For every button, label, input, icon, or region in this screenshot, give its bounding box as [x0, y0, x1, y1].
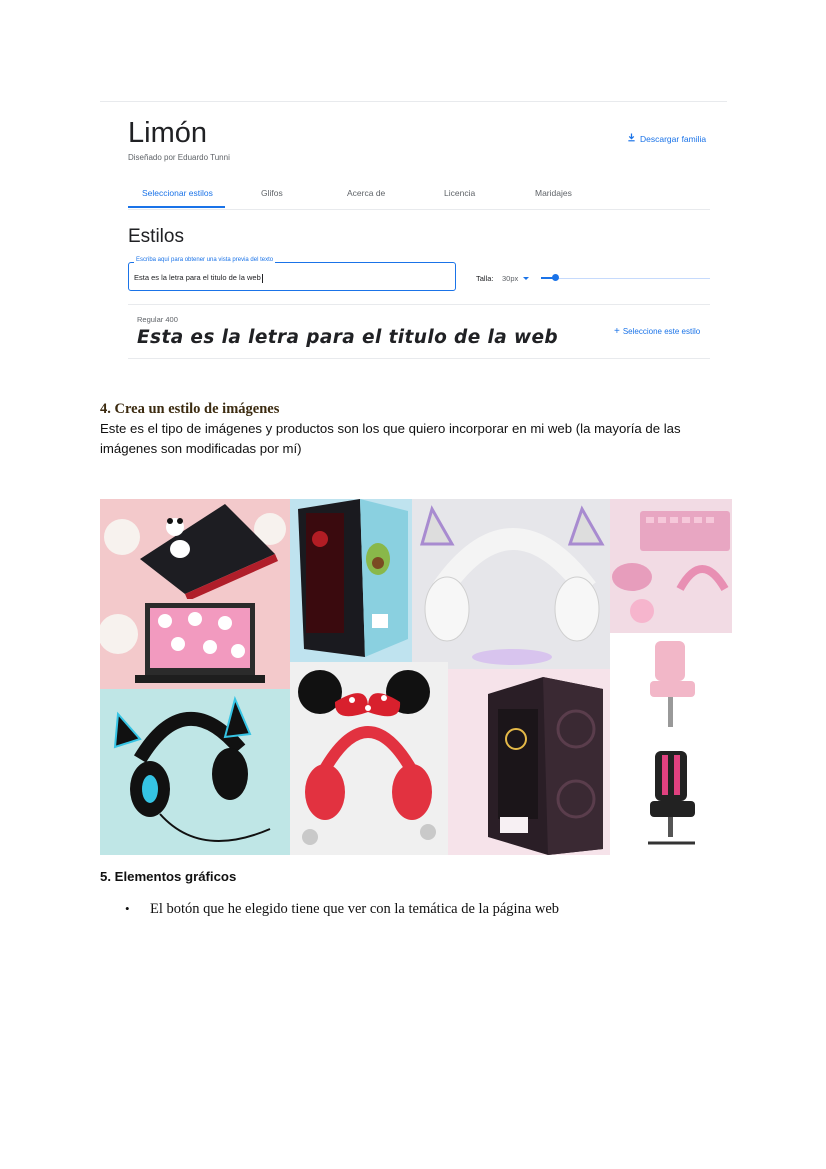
pink-keyboard-setup-image [610, 499, 732, 633]
size-dropdown[interactable]: 30px [502, 274, 530, 283]
download-family-label: Descargar familia [640, 133, 707, 144]
font-family-title: Limón [128, 117, 207, 149]
bullet-icon: • [125, 901, 130, 916]
bullet-text: El botón que he elegido tiene que ver co… [150, 901, 560, 917]
download-family-button[interactable]: Descargar familia [627, 133, 706, 144]
style-sample-text: Esta es la letra para el titulo de la we… [137, 327, 559, 348]
preview-input-value: Esta es la letra para el titulo de la we… [134, 273, 261, 282]
pc-case-avocado-image [290, 499, 412, 662]
laptop-panda-image [100, 499, 290, 599]
style-card: Regular 400 Esta es la letra para el tit… [128, 304, 710, 359]
section-4-heading: 4. Crea un estilo de imágenes [100, 401, 280, 417]
preview-input-label: Escriba aquí para obtener una vista prev… [134, 257, 276, 263]
plus-icon: + [614, 326, 620, 337]
size-slider[interactable] [541, 274, 710, 281]
laptop-pattern-image [100, 599, 290, 689]
section-5-heading: 5. Elementos gráficos [100, 869, 237, 884]
select-style-label: Seleccione este estilo [622, 327, 701, 336]
style-weight-label: Regular 400 [137, 315, 178, 324]
chevron-down-icon [523, 277, 530, 280]
download-icon [627, 133, 636, 144]
text-caret [261, 273, 263, 283]
slider-thumb[interactable] [552, 274, 559, 281]
slider-track [556, 277, 710, 279]
image-collage [100, 499, 732, 855]
designer-credit: Diseñado por Eduardo Tunni [128, 153, 230, 162]
tab-license[interactable]: Licencia [444, 188, 475, 198]
cat-ear-headphones-white-image [412, 499, 610, 669]
size-value: 30px [502, 274, 519, 283]
minnie-headphones-image [290, 662, 448, 855]
pc-case-glass-image [448, 669, 610, 855]
bullet-list-item: • El botón que he elegido tiene que ver … [125, 901, 559, 918]
tab-select-styles[interactable]: Seleccionar estilos [142, 188, 213, 198]
gaming-chairs-pink-image [610, 633, 732, 855]
cat-ear-headphones-blue-image [100, 689, 290, 855]
google-fonts-screenshot: Limón Diseñado por Eduardo Tunni Descarg… [100, 101, 727, 363]
section-4-paragraph: Este es el tipo de imágenes y productos … [100, 421, 681, 456]
select-style-button[interactable]: + Seleccione este estilo [614, 326, 700, 337]
styles-heading: Estilos [128, 226, 184, 247]
active-tab-indicator [128, 206, 225, 208]
preview-text-input[interactable]: Escriba aquí para obtener una vista prev… [128, 257, 456, 291]
size-label: Talla: [476, 274, 494, 283]
tab-glyphs[interactable]: Glifos [261, 188, 283, 198]
tab-pairings[interactable]: Maridajes [535, 188, 572, 198]
tab-bar: Seleccionar estilos Glifos Acerca de Lic… [128, 185, 710, 210]
divider [100, 101, 727, 102]
tab-about[interactable]: Acerca de [347, 188, 385, 198]
